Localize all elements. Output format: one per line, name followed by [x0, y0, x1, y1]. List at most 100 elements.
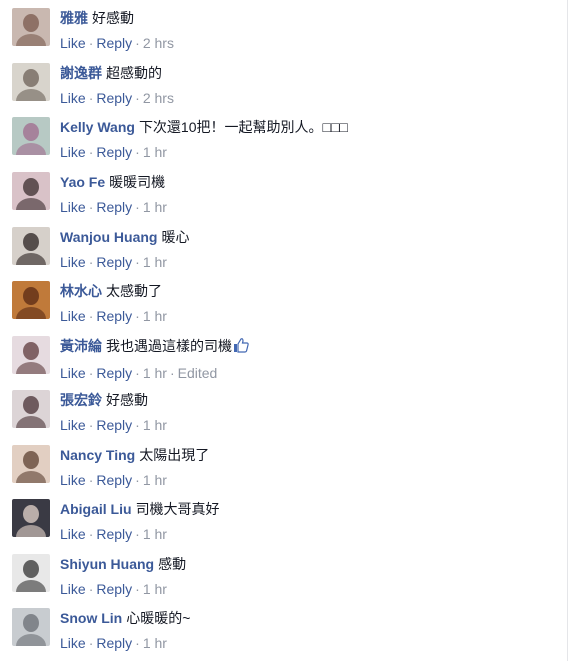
- comment-body: 林水心 太感動了 Like · Reply · 1 hr: [60, 282, 550, 325]
- separator-dot: ·: [135, 308, 140, 324]
- edited-link[interactable]: Edited: [178, 365, 218, 381]
- commenter-avatar[interactable]: [12, 172, 50, 210]
- comment-text: 下次還10把！一起幫助別人。□□□: [138, 119, 348, 135]
- comment-content: Nancy Ting 太陽出現了: [60, 446, 550, 464]
- separator-dot: ·: [88, 635, 94, 651]
- comment-actions: Like · Reply · 2 hrs: [60, 89, 550, 107]
- separator-dot: ·: [135, 581, 140, 597]
- comment-timestamp[interactable]: 1 hr: [143, 144, 167, 160]
- commenter-avatar[interactable]: [12, 8, 50, 46]
- comment-timestamp[interactable]: 1 hr: [143, 581, 167, 597]
- separator-dot: ·: [135, 472, 140, 488]
- commenter-avatar[interactable]: [12, 390, 50, 428]
- comment-timestamp[interactable]: 1 hr: [143, 199, 167, 215]
- comment-timestamp[interactable]: 2 hrs: [143, 90, 174, 106]
- comment-author-link[interactable]: 林水心: [60, 283, 102, 299]
- commenter-avatar[interactable]: [12, 281, 50, 319]
- comment-author-link[interactable]: Abigail Liu: [60, 501, 132, 517]
- comment-text: 心暖暖的~: [126, 610, 191, 626]
- like-link[interactable]: Like: [60, 35, 86, 51]
- comment-item: Wanjou Huang 暖心 Like · Reply · 1 hr: [12, 227, 552, 277]
- reply-link[interactable]: Reply: [96, 90, 132, 106]
- comment-timestamp[interactable]: 1 hr: [143, 365, 167, 381]
- reply-link[interactable]: Reply: [96, 472, 132, 488]
- like-link[interactable]: Like: [60, 635, 86, 651]
- comment-content: Kelly Wang 下次還10把！一起幫助別人。□□□: [60, 118, 550, 136]
- comment-timestamp[interactable]: 1 hr: [143, 472, 167, 488]
- comment-timestamp[interactable]: 2 hrs: [143, 35, 174, 51]
- commenter-avatar[interactable]: [12, 554, 50, 592]
- like-link[interactable]: Like: [60, 254, 86, 270]
- comment-item: Nancy Ting 太陽出現了 Like · Reply · 1 hr: [12, 445, 552, 495]
- comment-item: 謝逸群 超感動的 Like · Reply · 2 hrs: [12, 63, 552, 113]
- comment-actions: Like · Reply · 1 hr · Edited: [60, 364, 550, 382]
- commenter-avatar[interactable]: [12, 227, 50, 265]
- separator-dot: ·: [88, 254, 94, 270]
- reply-link[interactable]: Reply: [96, 635, 132, 651]
- reply-link[interactable]: Reply: [96, 365, 132, 381]
- commenter-avatar[interactable]: [12, 499, 50, 537]
- comment-text: 暖暖司機: [109, 174, 166, 190]
- comment-item: 林水心 太感動了 Like · Reply · 1 hr: [12, 281, 552, 331]
- like-link[interactable]: Like: [60, 90, 86, 106]
- comment-author-link[interactable]: Kelly Wang: [60, 119, 135, 135]
- commenter-avatar[interactable]: [12, 117, 50, 155]
- reply-link[interactable]: Reply: [96, 254, 132, 270]
- reply-link[interactable]: Reply: [96, 308, 132, 324]
- comment-item: Yao Fe 暖暖司機 Like · Reply · 1 hr: [12, 172, 552, 222]
- like-link[interactable]: Like: [60, 472, 86, 488]
- reply-link[interactable]: Reply: [96, 144, 132, 160]
- reply-link[interactable]: Reply: [96, 581, 132, 597]
- comment-timestamp[interactable]: 1 hr: [143, 526, 167, 542]
- comment-actions: Like · Reply · 1 hr: [60, 143, 550, 161]
- comment-item: Kelly Wang 下次還10把！一起幫助別人。□□□ Like · Reply · 1 …: [12, 117, 552, 167]
- comment-author-link[interactable]: Snow Lin: [60, 610, 122, 626]
- comment-body: Nancy Ting 太陽出現了 Like · Reply · 1 hr: [60, 446, 550, 489]
- separator-dot: ·: [88, 417, 94, 433]
- like-link[interactable]: Like: [60, 581, 86, 597]
- comment-author-link[interactable]: Shiyun Huang: [60, 556, 154, 572]
- like-link[interactable]: Like: [60, 365, 86, 381]
- comment-text: 好感動: [92, 10, 134, 26]
- comment-text: 我也遇過這樣的司機: [106, 338, 232, 354]
- comment-content: 謝逸群 超感動的: [60, 64, 550, 82]
- comment-author-link[interactable]: Nancy Ting: [60, 447, 135, 463]
- comment-text: 暖心: [161, 229, 190, 245]
- reply-link[interactable]: Reply: [96, 417, 132, 433]
- like-link[interactable]: Like: [60, 308, 86, 324]
- reply-link[interactable]: Reply: [96, 526, 132, 542]
- comment-body: 雅雅 好感動 Like · Reply · 2 hrs: [60, 9, 550, 52]
- comment-timestamp[interactable]: 1 hr: [143, 417, 167, 433]
- comment-body: Wanjou Huang 暖心 Like · Reply · 1 hr: [60, 228, 550, 271]
- comment-timestamp[interactable]: 1 hr: [143, 254, 167, 270]
- separator-dot: ·: [88, 199, 94, 215]
- comment-author-link[interactable]: 雅雅: [60, 10, 88, 26]
- separator-dot: ·: [135, 417, 140, 433]
- like-link[interactable]: Like: [60, 417, 86, 433]
- comment-body: 謝逸群 超感動的 Like · Reply · 2 hrs: [60, 64, 550, 107]
- commenter-avatar[interactable]: [12, 445, 50, 483]
- comment-text: 好感動: [106, 392, 148, 408]
- comment-body: Snow Lin 心暖暖的~ Like · Reply · 1 hr: [60, 609, 550, 652]
- separator-dot: ·: [88, 365, 94, 381]
- thumbs-up-emoji-icon: [233, 337, 249, 357]
- reply-link[interactable]: Reply: [96, 199, 132, 215]
- like-link[interactable]: Like: [60, 199, 86, 215]
- comment-item: Snow Lin 心暖暖的~ Like · Reply · 1 hr: [12, 608, 552, 658]
- comment-content: Yao Fe 暖暖司機: [60, 173, 550, 191]
- comment-author-link[interactable]: 黃沛綸: [60, 338, 102, 354]
- commenter-avatar[interactable]: [12, 608, 50, 646]
- separator-dot: ·: [135, 144, 140, 160]
- like-link[interactable]: Like: [60, 526, 86, 542]
- comment-author-link[interactable]: 張宏鈴: [60, 392, 102, 408]
- comment-author-link[interactable]: 謝逸群: [60, 65, 102, 81]
- comment-timestamp[interactable]: 1 hr: [143, 635, 167, 651]
- comment-actions: Like · Reply · 1 hr: [60, 416, 550, 434]
- comment-author-link[interactable]: Yao Fe: [60, 174, 105, 190]
- like-link[interactable]: Like: [60, 144, 86, 160]
- comment-author-link[interactable]: Wanjou Huang: [60, 229, 157, 245]
- commenter-avatar[interactable]: [12, 63, 50, 101]
- commenter-avatar[interactable]: [12, 336, 50, 374]
- comment-timestamp[interactable]: 1 hr: [143, 308, 167, 324]
- reply-link[interactable]: Reply: [96, 35, 132, 51]
